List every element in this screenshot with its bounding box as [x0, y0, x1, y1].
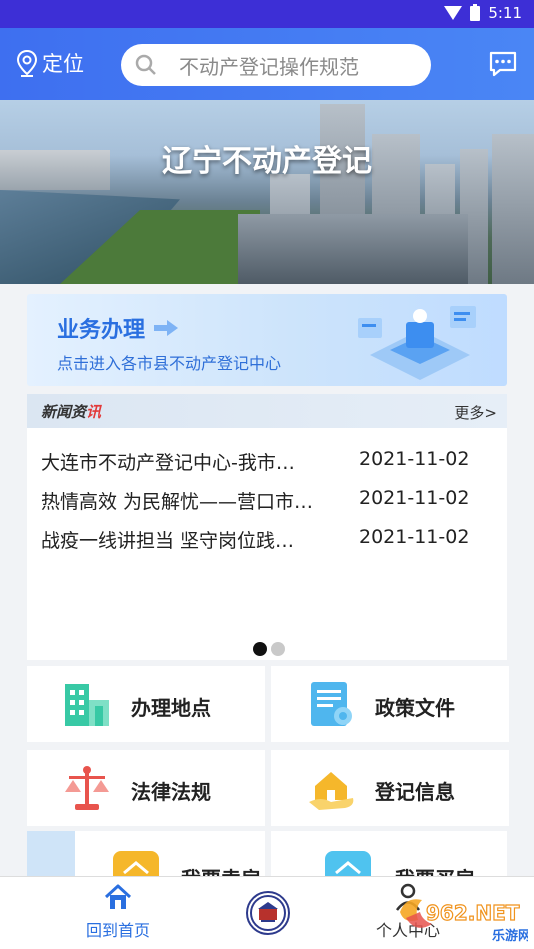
- business-subtitle: 点击进入各市县不动产登记中心: [57, 354, 282, 373]
- search-placeholder: 不动产登记操作规范: [179, 54, 359, 79]
- tab-home-label: 回到首页: [86, 921, 151, 940]
- news-item-title: 战疫一线讲担当 坚守岗位践…: [41, 530, 295, 552]
- news-list: 大连市不动产登记中心-我市… 2021-11-02 热情高效 为民解忧——营口市…: [27, 428, 507, 660]
- carousel-dot[interactable]: [271, 642, 285, 656]
- message-icon[interactable]: [488, 50, 518, 78]
- service-desk-illustration-icon: [358, 306, 476, 380]
- search-input[interactable]: 不动产登记操作规范: [121, 44, 431, 86]
- home-icon: [104, 884, 132, 909]
- news-item-title: 热情高效 为民解忧——营口市…: [41, 491, 314, 513]
- tile-sell-accent: [27, 831, 75, 881]
- business-handling-card[interactable]: 业务办理 点击进入各市县不动产登记中心: [27, 294, 507, 386]
- tile-buy-house[interactable]: 我要买房: [271, 831, 507, 881]
- tile-policy-documents[interactable]: 政策文件: [271, 666, 509, 742]
- business-title-text: 业务办理: [57, 318, 146, 343]
- news-heading: 新闻资讯: [41, 401, 101, 422]
- business-title: 业务办理: [57, 312, 179, 344]
- news-item-date: 2021-11-02: [359, 448, 470, 470]
- house-in-hand-icon: [309, 772, 354, 810]
- hero-banner[interactable]: 辽宁不动产登记: [0, 100, 534, 284]
- seal-icon: [250, 895, 286, 931]
- battery-icon: [470, 3, 481, 21]
- tile-label: 登记信息: [375, 780, 455, 804]
- watermark-brand: 962.NET: [426, 901, 520, 925]
- banner-stadium: [238, 214, 468, 284]
- app-header: 定位 不动产登记操作规范: [0, 28, 534, 100]
- news-header: 新闻资讯 更多>: [27, 394, 507, 428]
- tile-laws-regulations[interactable]: 法律法规: [27, 750, 265, 826]
- tile-label: 法律法规: [131, 780, 211, 804]
- location-label: 定位: [42, 52, 84, 76]
- carousel-indicator[interactable]: [253, 642, 285, 656]
- carousel-dot-active[interactable]: [253, 642, 267, 656]
- tile-label: 办理地点: [131, 696, 211, 720]
- news-item[interactable]: 热情高效 为民解忧——营口市… 2021-11-02: [41, 487, 501, 517]
- news-item-date: 2021-11-02: [359, 487, 470, 509]
- document-certificate-icon: [311, 682, 352, 726]
- search-icon: [135, 54, 156, 75]
- location-pin-icon: [16, 49, 38, 77]
- news-heading-main: 新闻资: [41, 403, 87, 421]
- status-time: 5:11: [488, 4, 522, 22]
- wifi-icon: [444, 6, 463, 20]
- news-heading-accent: 讯: [86, 403, 102, 421]
- tile-sell-house[interactable]: 我要卖房: [27, 831, 265, 881]
- watermark-sub: 乐游网: [492, 928, 528, 944]
- news-item-title: 大连市不动产登记中心-我市…: [41, 452, 295, 474]
- news-item[interactable]: 大连市不动产登记中心-我市… 2021-11-02: [41, 448, 501, 478]
- watermark-logo-icon: 962.NET 乐游网: [400, 899, 528, 944]
- tile-label: 政策文件: [375, 696, 455, 720]
- arrow-right-icon: [154, 320, 179, 336]
- scales-of-justice-icon: [65, 766, 109, 810]
- tab-home[interactable]: 回到首页: [86, 883, 150, 941]
- building-icon: [65, 684, 109, 726]
- tile-office-locations[interactable]: 办理地点: [27, 666, 265, 742]
- emblem-logo-icon[interactable]: [246, 891, 290, 935]
- news-item[interactable]: 战疫一线讲担当 坚守岗位践… 2021-11-02: [41, 526, 501, 556]
- status-bar: 5:11: [0, 0, 534, 28]
- banner-title: 辽宁不动产登记: [162, 144, 372, 179]
- tile-registration-info[interactable]: 登记信息: [271, 750, 509, 826]
- status-icons: 5:11: [444, 3, 522, 22]
- news-item-date: 2021-11-02: [359, 526, 470, 548]
- location-button[interactable]: 定位: [16, 48, 84, 78]
- news-more-link[interactable]: 更多>: [454, 402, 497, 423]
